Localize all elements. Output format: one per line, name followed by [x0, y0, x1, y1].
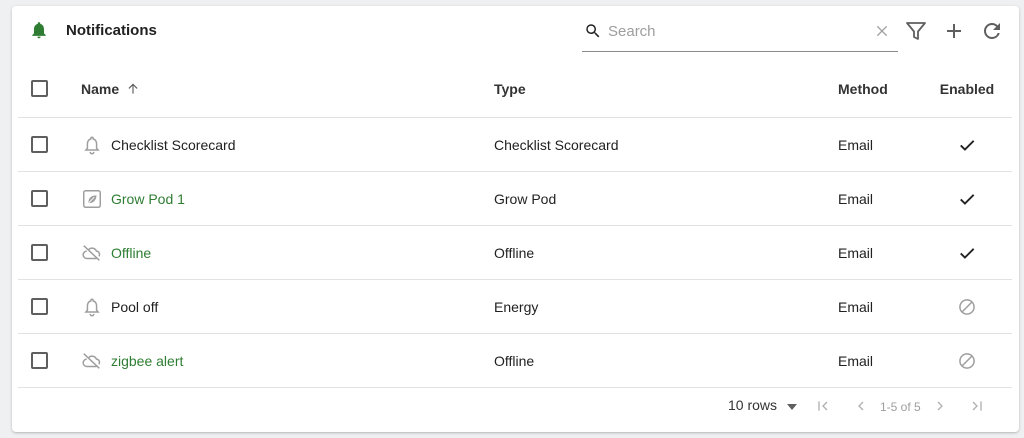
leaf-square-icon: [83, 189, 101, 208]
disabled-icon[interactable]: [957, 297, 977, 317]
check-icon[interactable]: [957, 243, 977, 263]
column-header-name-label: Name: [81, 80, 120, 97]
rows-per-page-select[interactable]: 10 rows: [728, 397, 777, 413]
row-method: Email: [838, 136, 874, 153]
table-row[interactable]: zigbee alert Offline Email: [18, 334, 1012, 388]
table-row[interactable]: Checklist Scorecard Checklist Scorecard …: [18, 118, 1012, 172]
notifications-table: Name Type Method Enabled Checklist Score…: [18, 60, 1012, 388]
bell-outline-icon: [84, 135, 100, 154]
pagination: 10 rows 1-5 of 5: [12, 388, 1019, 424]
next-page-icon[interactable]: [932, 398, 948, 414]
row-checkbox[interactable]: [31, 136, 48, 153]
row-method: Email: [838, 244, 874, 261]
clear-icon[interactable]: [874, 23, 890, 39]
caret-down-icon[interactable]: [787, 404, 797, 410]
row-type: Offline: [494, 244, 535, 261]
row-name[interactable]: Offline: [111, 245, 151, 261]
column-header-method[interactable]: Method: [838, 60, 888, 117]
notifications-card: Notifications Name: [12, 6, 1019, 432]
table-row[interactable]: Grow Pod 1 Grow Pod Email: [18, 172, 1012, 226]
check-icon[interactable]: [957, 189, 977, 209]
refresh-icon[interactable]: [980, 19, 1004, 43]
row-name: Pool off: [111, 298, 159, 315]
page-title: Notifications: [66, 22, 157, 39]
column-header-type[interactable]: Type: [494, 60, 526, 117]
row-type: Checklist Scorecard: [494, 136, 619, 153]
previous-page-icon[interactable]: [853, 398, 869, 414]
row-method: Email: [838, 352, 874, 369]
row-checkbox[interactable]: [31, 352, 48, 369]
column-header-name[interactable]: Name: [81, 60, 140, 117]
row-checkbox[interactable]: [31, 244, 48, 261]
cloud-off-icon: [82, 244, 101, 261]
disabled-icon[interactable]: [957, 351, 977, 371]
row-type: Grow Pod: [494, 190, 557, 207]
row-name: Checklist Scorecard: [111, 136, 236, 153]
row-checkbox[interactable]: [31, 190, 48, 207]
table-row[interactable]: Pool off Energy Email: [18, 280, 1012, 334]
select-all-checkbox[interactable]: [31, 80, 48, 97]
table-header-row: Name Type Method Enabled: [18, 60, 1012, 118]
first-page-icon[interactable]: [815, 398, 831, 414]
row-checkbox[interactable]: [31, 298, 48, 315]
cloud-off-icon: [82, 352, 101, 369]
filter-icon[interactable]: [904, 19, 928, 43]
column-header-enabled[interactable]: Enabled: [922, 60, 1012, 117]
row-type: Offline: [494, 352, 535, 369]
row-name[interactable]: Grow Pod 1: [111, 191, 185, 207]
row-method: Email: [838, 298, 874, 315]
toolbar: Notifications: [12, 6, 1019, 56]
page-range-label: 1-5 of 5: [880, 400, 921, 414]
search-icon: [586, 24, 600, 38]
bell-outline-icon: [84, 297, 100, 316]
search-box: [582, 18, 898, 52]
add-icon[interactable]: [942, 19, 966, 43]
row-type: Energy: [494, 298, 539, 315]
last-page-icon[interactable]: [969, 398, 985, 414]
check-icon[interactable]: [957, 135, 977, 155]
row-method: Email: [838, 190, 874, 207]
row-name[interactable]: zigbee alert: [111, 353, 183, 369]
bell-icon: [32, 22, 46, 39]
search-input[interactable]: [608, 20, 858, 42]
table-row[interactable]: Offline Offline Email: [18, 226, 1012, 280]
table-body: Checklist Scorecard Checklist Scorecard …: [18, 118, 1012, 388]
arrow-up-icon[interactable]: [126, 82, 140, 96]
